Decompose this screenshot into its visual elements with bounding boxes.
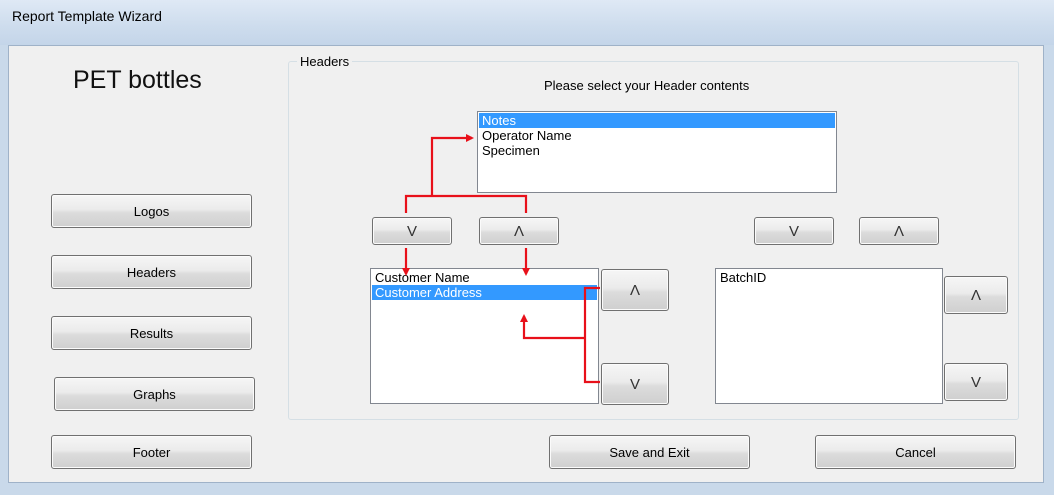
headers-button[interactable]: Headers (51, 255, 252, 289)
right-items-list[interactable]: BatchID (715, 268, 943, 404)
logos-button[interactable]: Logos (51, 194, 252, 228)
order-down-button[interactable]: V (601, 363, 669, 405)
list-item[interactable]: Specimen (479, 143, 835, 158)
window-title: Report Template Wizard (12, 8, 162, 24)
order-up-button[interactable]: Λ (601, 269, 669, 311)
save-and-exit-button[interactable]: Save and Exit (549, 435, 750, 469)
list-item[interactable]: Customer Address (372, 285, 597, 300)
headers-group-label: Headers (297, 54, 353, 69)
right-order-up-button[interactable]: Λ (944, 276, 1008, 314)
list-item[interactable]: BatchID (717, 270, 941, 285)
footer-button[interactable]: Footer (51, 435, 252, 469)
results-button[interactable]: Results (51, 316, 252, 350)
right-move-down-button[interactable]: V (754, 217, 834, 245)
app-name: PET bottles (73, 66, 202, 94)
cancel-button[interactable]: Cancel (815, 435, 1016, 469)
move-down-button[interactable]: V (372, 217, 452, 245)
selected-items-list[interactable]: Customer Name Customer Address (370, 268, 599, 404)
graphs-button[interactable]: Graphs (54, 377, 255, 411)
title-bar: Report Template Wizard (0, 0, 1054, 45)
dialog-body: PET bottles Logos Headers Results Graphs… (8, 45, 1044, 483)
header-prompt: Please select your Header contents (544, 78, 750, 93)
list-item[interactable]: Operator Name (479, 128, 835, 143)
right-order-down-button[interactable]: V (944, 363, 1008, 401)
list-item[interactable]: Customer Name (372, 270, 597, 285)
right-move-up-button[interactable]: Λ (859, 217, 939, 245)
move-up-button[interactable]: Λ (479, 217, 559, 245)
available-items-list[interactable]: Notes Operator Name Specimen (477, 111, 837, 193)
list-item[interactable]: Notes (479, 113, 835, 128)
